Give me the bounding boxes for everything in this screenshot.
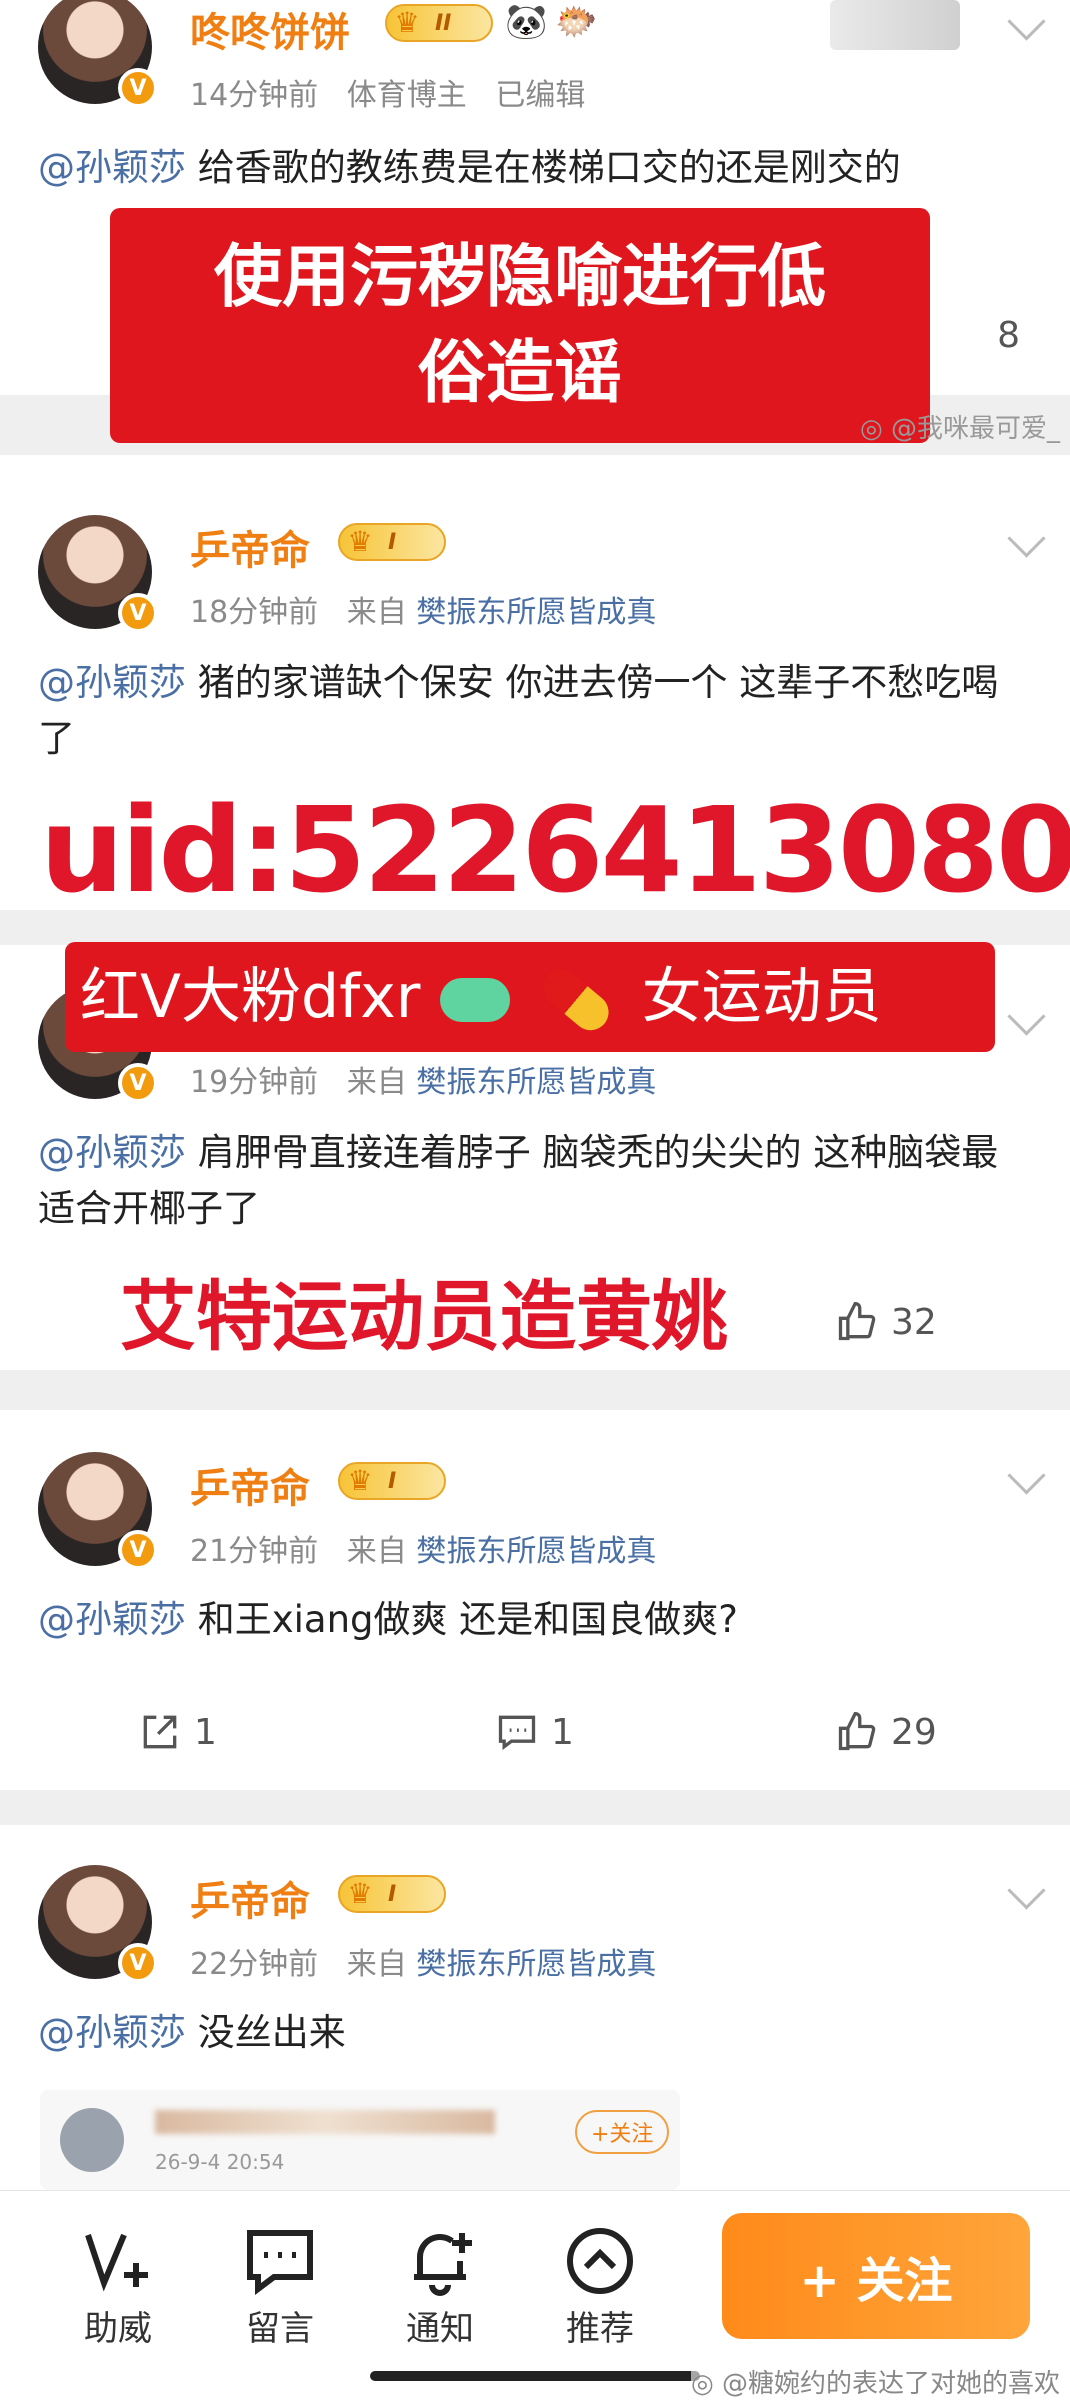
chevron-up-circle-icon bbox=[567, 2228, 633, 2294]
verified-icon: V bbox=[118, 1530, 158, 1570]
bell-plus-icon bbox=[414, 2233, 472, 2296]
thumb-up-icon bbox=[838, 1302, 876, 1341]
panda-icon: 🐼 bbox=[505, 2, 548, 42]
mention-link[interactable]: @孙颖莎 bbox=[38, 1598, 186, 1641]
verified-icon: V bbox=[118, 68, 158, 108]
tag-banner: 红V大粉dfxr 女运动员 bbox=[65, 942, 995, 1052]
username[interactable]: 乒帝命 bbox=[190, 518, 310, 576]
level-badge: ♛ I bbox=[338, 1462, 446, 1500]
chevron-down-icon[interactable] bbox=[1007, 519, 1046, 558]
separator bbox=[0, 1370, 1070, 1410]
comment-icon bbox=[247, 2230, 313, 2295]
bottom-nav: 助威 留言 通知 推荐 + 关注 ◎ @糖婉约的表达了对她的喜欢 bbox=[0, 2190, 1070, 2405]
follow-small-button[interactable]: +关注 bbox=[575, 2110, 670, 2154]
mention-link[interactable]: @孙颖莎 bbox=[38, 661, 186, 704]
separator bbox=[0, 1790, 1070, 1825]
post-meta: 18分钟前 来自 樊振东所愿皆成真 bbox=[190, 595, 657, 630]
quoted-post[interactable]: 26-9-4 20:54 +关注 bbox=[40, 2090, 680, 2190]
chevron-down-icon[interactable] bbox=[1007, 1456, 1046, 1495]
nav-cheer[interactable]: 助威 bbox=[58, 2221, 178, 2350]
thumb-up-icon bbox=[838, 1712, 876, 1751]
username[interactable]: 乒帝命 bbox=[190, 1869, 310, 1927]
home-indicator bbox=[370, 2371, 700, 2381]
quote-date: 26-9-4 20:54 bbox=[155, 2150, 285, 2174]
soap-icon bbox=[439, 978, 510, 1023]
crown-icon: ♛ bbox=[347, 525, 373, 558]
nav-recommend[interactable]: 推荐 bbox=[540, 2221, 660, 2350]
v-plus-icon bbox=[85, 2233, 148, 2292]
crown-icon: ♛ bbox=[394, 6, 420, 39]
level-badge: ♛ I bbox=[338, 523, 446, 561]
annotation-banner: 使用污秽隐喻进行低 俗造谣 bbox=[110, 208, 930, 443]
decoration-image bbox=[830, 0, 960, 50]
post-meta: 14分钟前 体育博主 已编辑 bbox=[190, 78, 586, 113]
chevron-down-icon[interactable] bbox=[1007, 1871, 1046, 1910]
mention-link[interactable]: @孙颖莎 bbox=[38, 2011, 186, 2054]
verified-icon: V bbox=[118, 1943, 158, 1983]
fish-icon: 🐡 bbox=[555, 2, 598, 42]
mention-link[interactable]: @孙颖莎 bbox=[38, 146, 186, 189]
level-badge: ♛ I bbox=[338, 1875, 446, 1913]
share-button[interactable]: 1 bbox=[138, 1710, 217, 1754]
post-text: @孙颖莎 猪的家谱缺个保安 你进去傍一个 这辈子不愁吃喝了 bbox=[38, 661, 999, 760]
comment-button[interactable]: 1 bbox=[495, 1710, 574, 1754]
footer-watermark: ◎ @糖婉约的表达了对她的喜欢 bbox=[691, 2363, 1060, 2400]
weibo-watermark: ◎ @我咪最可爱_ bbox=[860, 414, 1060, 444]
post-meta: 19分钟前 来自 樊振东所愿皆成真 bbox=[190, 1065, 657, 1100]
crown-icon: ♛ bbox=[347, 1877, 373, 1910]
avatar[interactable]: V bbox=[38, 515, 158, 633]
pill-icon bbox=[535, 962, 616, 1038]
blurred-username bbox=[155, 2110, 495, 2134]
username[interactable]: 乒帝命 bbox=[190, 1456, 310, 1514]
avatar[interactable]: V bbox=[38, 0, 158, 108]
level-badge: ♛ II bbox=[385, 4, 493, 42]
share-icon bbox=[143, 1715, 177, 1749]
chevron-down-icon[interactable] bbox=[1007, 997, 1046, 1036]
like-button[interactable]: 32 bbox=[835, 1300, 937, 1344]
follow-button[interactable]: + 关注 bbox=[722, 2213, 1030, 2339]
nav-comment[interactable]: 留言 bbox=[220, 2221, 340, 2350]
verified-icon: V bbox=[118, 593, 158, 633]
post-text: @孙颖莎 没丝出来 bbox=[38, 2011, 346, 2054]
verified-icon: V bbox=[118, 1063, 158, 1103]
post-4: V 乒帝命 ♛ I 21分钟前 来自 樊振东所愿皆成真 @孙颖莎 和王xiang做… bbox=[0, 1410, 1070, 1790]
post-meta: 21分钟前 来自 樊振东所愿皆成真 bbox=[190, 1534, 657, 1569]
uid-overlay: uid:5226413080 bbox=[40, 781, 1070, 919]
mention-link[interactable]: @孙颖莎 bbox=[38, 1131, 186, 1174]
comment-icon bbox=[498, 1715, 536, 1750]
post-5: V 乒帝命 ♛ I 22分钟前 来自 樊振东所愿皆成真 @孙颖莎 没丝出来 26-… bbox=[0, 1825, 1070, 2190]
post-text: @孙颖莎 和王xiang做爽 还是和国良做爽? bbox=[38, 1598, 738, 1641]
nav-notify[interactable]: 通知 bbox=[380, 2221, 500, 2350]
chevron-down-icon[interactable] bbox=[1007, 2, 1046, 41]
avatar[interactable]: V bbox=[38, 1865, 158, 1983]
crown-icon: ♛ bbox=[347, 1464, 373, 1497]
avatar[interactable]: V bbox=[38, 1452, 158, 1570]
like-button[interactable]: 29 bbox=[835, 1710, 937, 1754]
annotation-text: 艾特运动员造黄姚 bbox=[120, 1272, 728, 1361]
action-count: 8 bbox=[997, 315, 1020, 356]
post-text: @孙颖莎 肩胛骨直接连着脖子 脑袋秃的尖尖的 这种脑袋最适合开椰子了 bbox=[38, 1131, 999, 1230]
post-meta: 22分钟前 来自 樊振东所愿皆成真 bbox=[190, 1947, 657, 1982]
weibo-icon: ◎ bbox=[691, 2369, 714, 2399]
avatar bbox=[60, 2108, 124, 2172]
post-text: @孙颖莎 给香歌的教练费是在楼梯口交的还是刚交的 bbox=[38, 146, 901, 189]
weibo-icon: ◎ bbox=[860, 414, 883, 444]
username[interactable]: 咚咚饼饼 bbox=[190, 0, 350, 58]
